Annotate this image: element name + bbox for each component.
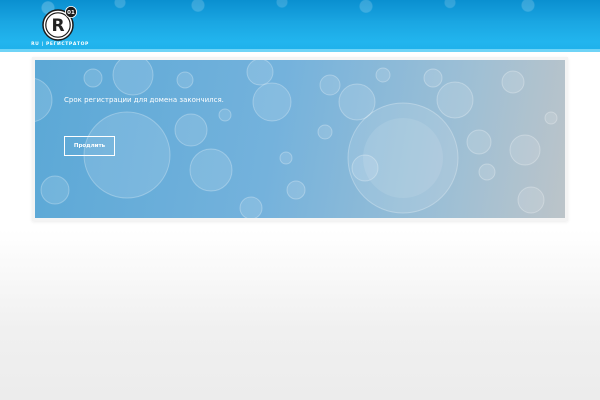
notice-panel-frame: Срок регистрации для домена закончился. … <box>32 57 568 221</box>
logo-mark-letter: R <box>51 16 64 36</box>
logo-tagline: RU | РЕГИСТРАТОР <box>31 42 89 47</box>
logo[interactable]: R 01 RU | РЕГИСТРАТОР <box>30 6 90 48</box>
logo-badge: 01 <box>67 10 75 16</box>
registered-mark-icon: R 01 <box>42 6 77 41</box>
notice-panel: Срок регистрации для домена закончился. … <box>35 60 565 218</box>
renew-button[interactable]: Продлить <box>64 136 115 156</box>
expiry-message: Срок регистрации для домена закончился. <box>64 96 224 104</box>
site-header: R 01 RU | РЕГИСТРАТОР <box>0 0 600 52</box>
